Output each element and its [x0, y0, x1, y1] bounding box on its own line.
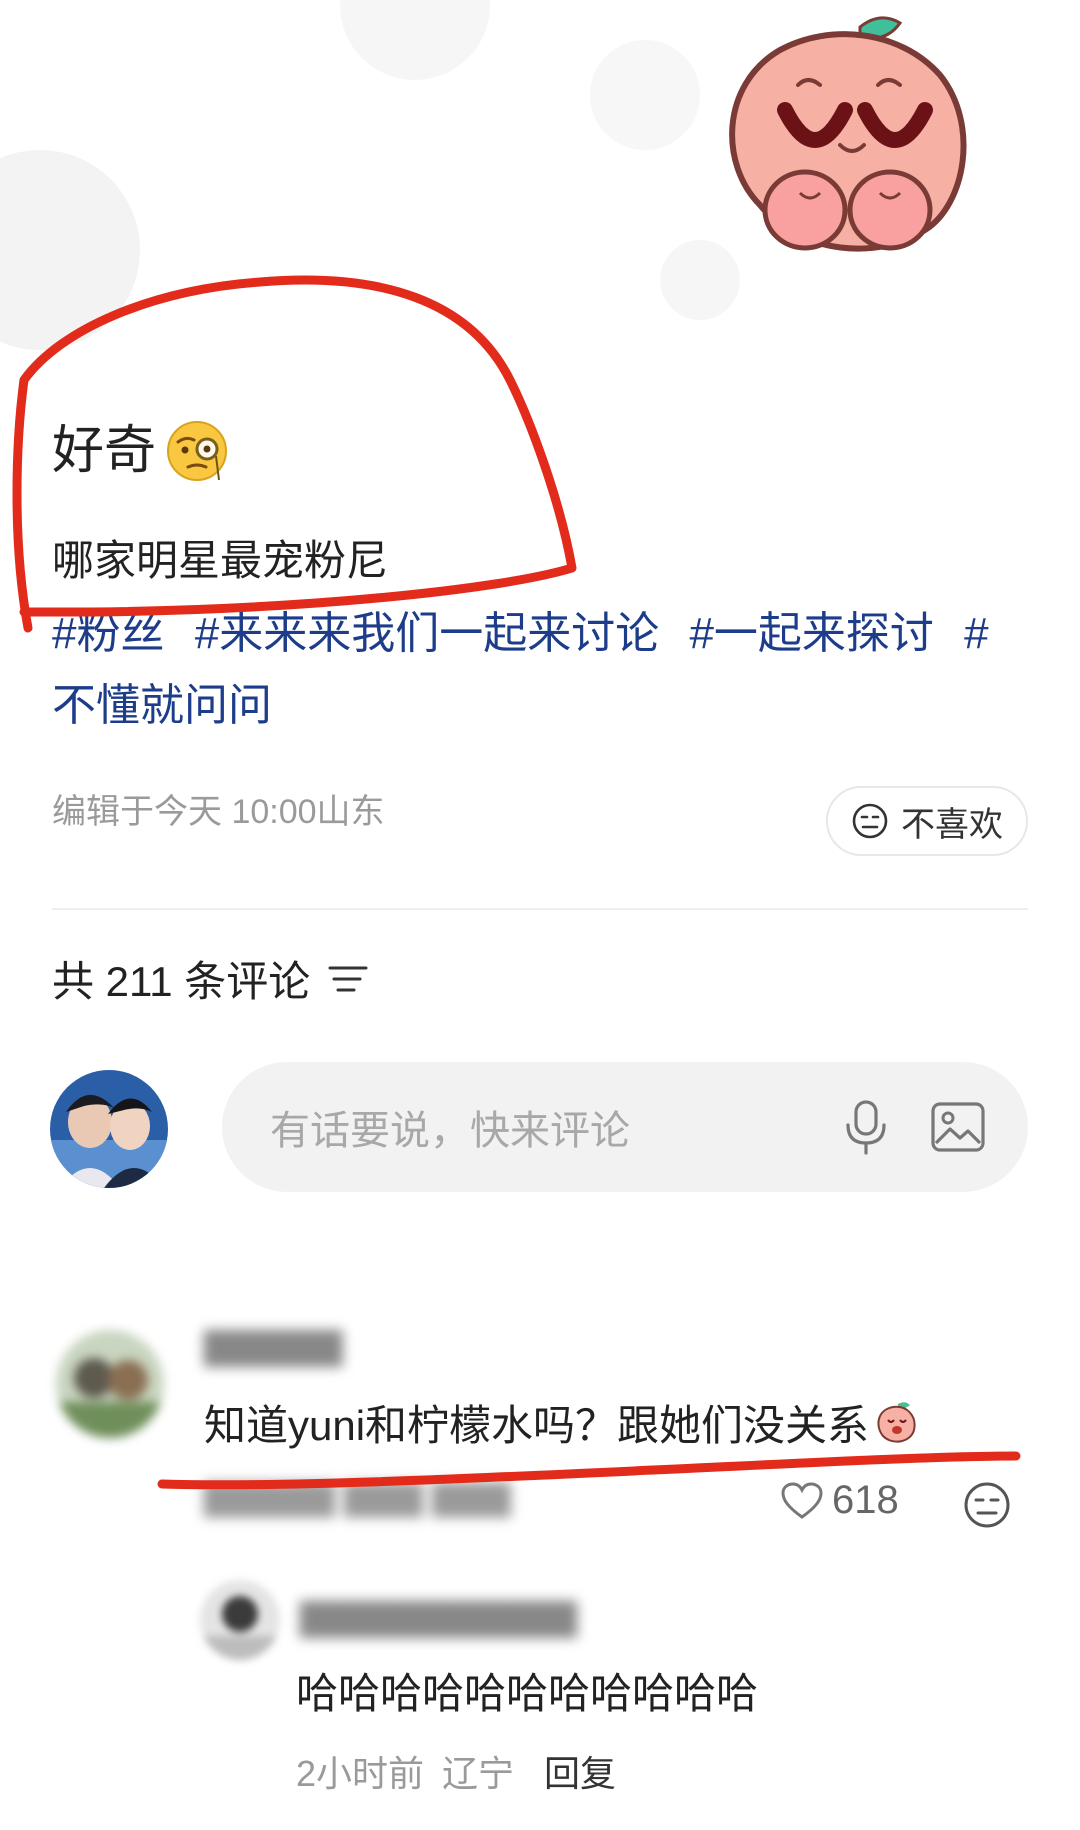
hashtag-link[interactable]: #来来来我们一起来讨论: [195, 609, 659, 658]
hashtag-link[interactable]: #粉丝: [52, 609, 164, 658]
reply-meta: 2小时前 辽宁 回复: [296, 1745, 616, 1797]
peach-mascot-sticker: [729, 16, 967, 252]
background-decoration: [340, 0, 490, 80]
sort-icon[interactable]: [328, 962, 368, 996]
user-avatar[interactable]: [50, 1070, 168, 1188]
background-decoration: [0, 150, 140, 350]
background-decoration: [590, 40, 700, 150]
post-edit-meta: 编辑于今天 10:00山东: [52, 793, 385, 831]
comment-input-placeholder: 有话要说，快来评论: [270, 1109, 630, 1153]
like-button[interactable]: 618: [780, 1478, 899, 1523]
comment-body: 知道yuni和柠檬水吗？跟她们没关系: [204, 1402, 870, 1449]
comments-header: 共 211 条评论: [52, 948, 368, 1009]
reply-location: 辽宁: [442, 1753, 515, 1794]
like-count: 618: [832, 1478, 899, 1522]
avatar-image: [50, 1070, 168, 1188]
neutral-face-icon: [852, 803, 888, 839]
hashtag-list: #粉丝 #来来来我们一起来讨论 #一起来探讨 #不懂就问问: [52, 598, 1012, 742]
divider: [52, 908, 1028, 910]
comment-dislike-icon[interactable]: [962, 1480, 1012, 1530]
monocle-face-emoji-icon: [167, 421, 228, 481]
image-icon[interactable]: [930, 1099, 986, 1155]
peach-emoji-icon: [877, 1401, 916, 1443]
replier-name-redacted[interactable]: ▇▇▇▇▇▇▇▇▇▇: [300, 1596, 577, 1638]
comment-count: 共 211 条评论: [52, 958, 311, 1005]
red-annotation-overlay: [12, 275, 1021, 1490]
post-title-text: 好奇: [52, 422, 157, 480]
dislike-button[interactable]: 不喜欢: [826, 786, 1028, 856]
post-detail-page: 好奇 哪家明星最宠粉尼 #粉丝 #来来来我们一起来讨论 #一起来探讨 #不懂就问…: [0, 0, 1080, 1830]
replier-avatar[interactable]: [200, 1580, 280, 1660]
heart-icon: [781, 1481, 823, 1519]
reply-time: 2小时前: [296, 1753, 425, 1794]
commenter-avatar[interactable]: [56, 1330, 164, 1438]
comment-meta-redacted: ▇▇▇▇▇ ▇▇▇ ▇▇▇: [204, 1479, 511, 1517]
post-title: 好奇: [52, 420, 228, 482]
reply-text: 哈哈哈哈哈哈哈哈哈哈哈: [296, 1670, 759, 1717]
reply-button[interactable]: 回复: [544, 1745, 616, 1797]
post-body-text: 哪家明星最宠粉尼: [52, 537, 389, 584]
mic-icon[interactable]: [838, 1099, 894, 1155]
commenter-name-redacted[interactable]: ▇▇▇▇▇: [204, 1325, 342, 1367]
comment-text: 知道yuni和柠檬水吗？跟她们没关系: [204, 1392, 919, 1453]
comment-input[interactable]: 有话要说，快来评论: [222, 1062, 1028, 1192]
dislike-label: 不喜欢: [901, 805, 1003, 844]
hashtag-link[interactable]: #一起来探讨: [689, 609, 933, 658]
